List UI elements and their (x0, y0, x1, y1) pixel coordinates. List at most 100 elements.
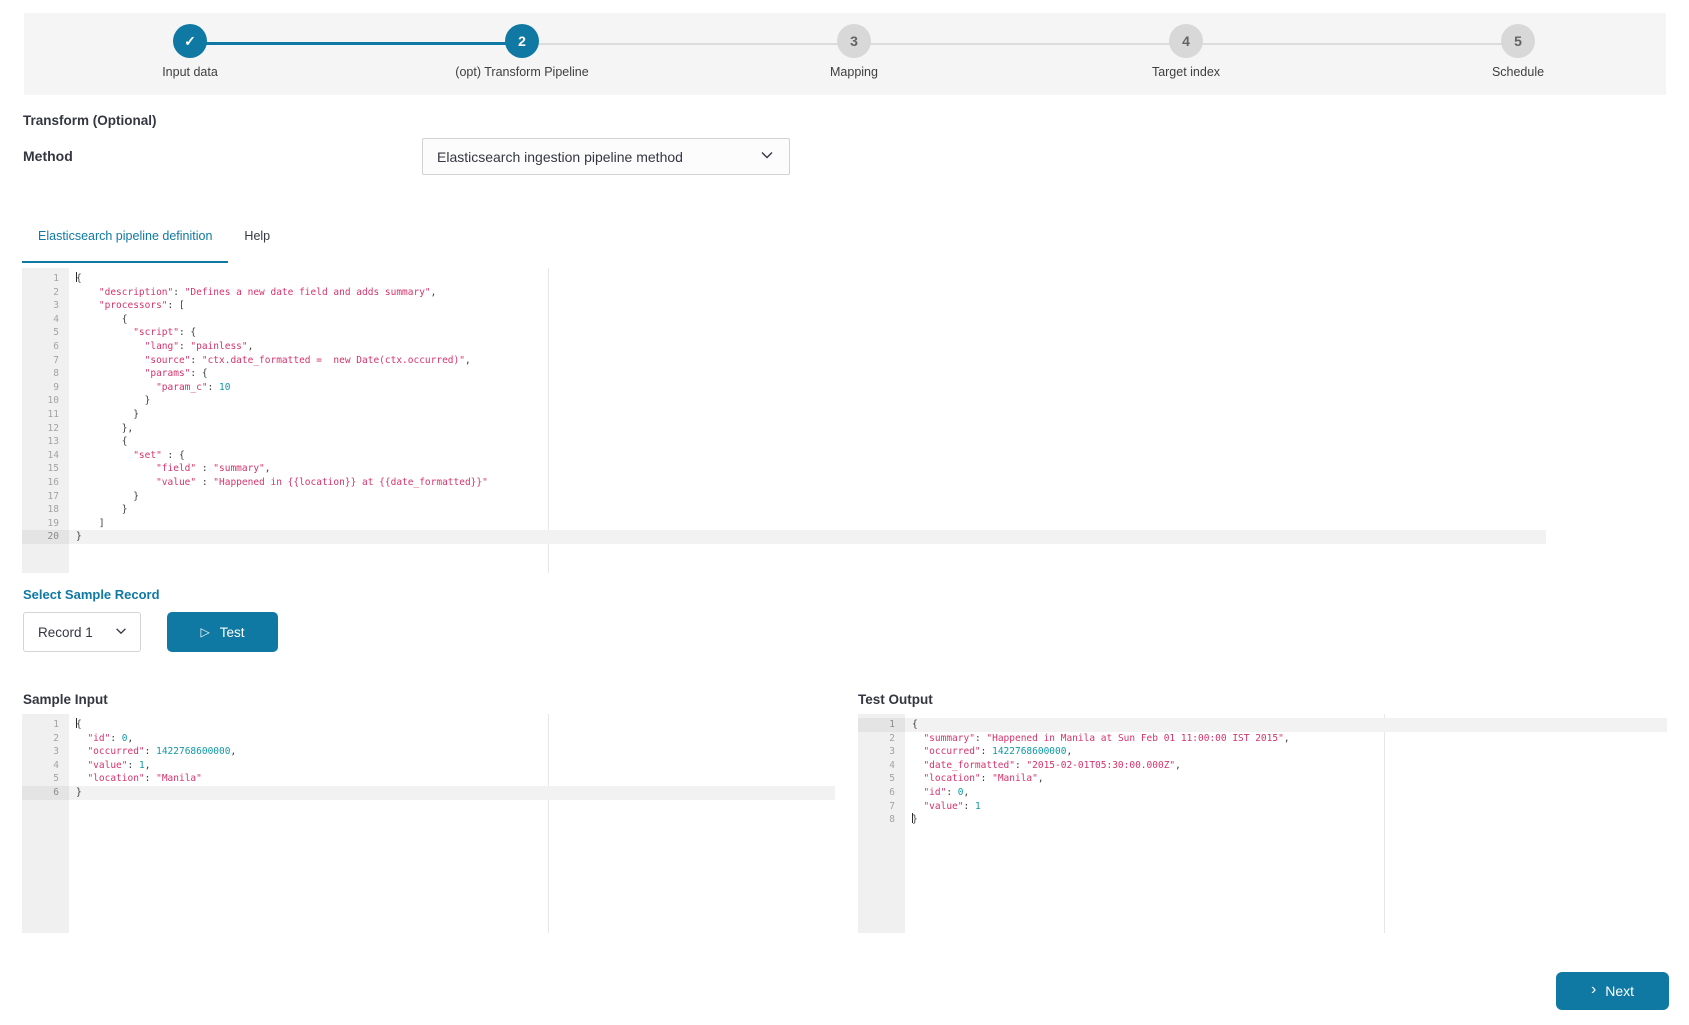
code-line[interactable]: 13 { (22, 435, 1546, 449)
code-line[interactable]: 14 "set" : { (22, 449, 1546, 463)
line-number: 6 (53, 340, 59, 352)
step-schedule[interactable]: 5 Schedule (1408, 24, 1628, 79)
code-line[interactable]: 5 "location": "Manila", (858, 772, 1667, 786)
sample-input-title: Sample Input (23, 692, 108, 707)
code-line[interactable]: 11 } (22, 408, 1546, 422)
select-sample-record-title: Select Sample Record (23, 587, 160, 602)
step-check-icon: ✓ (173, 24, 207, 58)
code-line[interactable]: 7 "source": "ctx.date_formatted = new Da… (22, 354, 1546, 368)
line-number: 4 (53, 313, 59, 325)
test-output-title: Test Output (858, 692, 933, 707)
line-number: 2 (53, 732, 59, 744)
tab-help[interactable]: Help (228, 221, 286, 263)
code-line[interactable]: 8 "params": { (22, 367, 1546, 381)
step-label: Target index (1151, 65, 1221, 79)
method-selected-value: Elasticsearch ingestion pipeline method (437, 148, 683, 165)
step-label: (opt) Transform Pipeline (455, 65, 589, 79)
step-label: Schedule (1491, 65, 1545, 79)
code-line[interactable]: 17 } (22, 490, 1546, 504)
code-line[interactable]: 3 "occurred": 1422768600000, (22, 745, 835, 759)
text-cursor (76, 718, 77, 728)
line-number: 7 (889, 800, 895, 812)
line-number: 4 (53, 759, 59, 771)
record-selected-value: Record 1 (38, 624, 93, 640)
line-number: 17 (47, 490, 59, 502)
line-number: 4 (889, 759, 895, 771)
line-number: 8 (889, 814, 895, 826)
line-number: 20 (22, 530, 69, 544)
test-button[interactable]: ▷ Test (167, 612, 278, 652)
line-number: 16 (47, 476, 59, 488)
line-number: 3 (53, 746, 59, 758)
sample-input-editor[interactable]: 1{2 "id": 0, 3 "occurred": 1422768600000,… (22, 714, 835, 933)
code-line[interactable]: 3 "occurred": 1422768600000, (858, 745, 1667, 759)
code-line[interactable]: 2 "summary": "Happened in Manila at Sun … (858, 732, 1667, 746)
code-line[interactable]: 10 } (22, 394, 1546, 408)
line-number: 9 (53, 381, 59, 393)
line-number: 5 (889, 773, 895, 785)
step-number: 2 (505, 24, 539, 58)
code-line[interactable]: 12 }, (22, 422, 1546, 436)
code-line[interactable]: 20} (22, 530, 1546, 544)
code-line[interactable]: 4 "value": 1, (22, 759, 835, 773)
record-select[interactable]: Record 1 (23, 612, 141, 652)
line-number: 13 (47, 436, 59, 448)
code-line[interactable]: 9 "param_c": 10 (22, 381, 1546, 395)
code-line[interactable]: 19 ] (22, 517, 1546, 531)
text-cursor (912, 813, 913, 824)
step-input-data[interactable]: ✓ Input data (80, 24, 300, 79)
code-line[interactable]: 7 "value": 1 (858, 800, 1667, 814)
step-mapping[interactable]: 3 Mapping (744, 24, 964, 79)
line-number: 2 (53, 286, 59, 298)
code-line[interactable]: 4 "date_formatted": "2015-02-01T05:30:00… (858, 759, 1667, 773)
line-number: 5 (53, 327, 59, 339)
transform-section-title: Transform (Optional) (23, 113, 157, 128)
chevron-down-icon (759, 147, 775, 166)
tab-pipeline-definition[interactable]: Elasticsearch pipeline definition (22, 221, 229, 263)
test-output-editor[interactable]: 1{2 "summary": "Happened in Manila at Su… (858, 714, 1667, 933)
code-line[interactable]: 6} (22, 785, 835, 800)
line-number: 14 (47, 449, 59, 461)
code-line[interactable]: 2 "description": "Defines a new date fie… (22, 286, 1546, 300)
line-number: 11 (47, 408, 59, 420)
line-number: 8 (53, 368, 59, 380)
line-number: 1 (53, 273, 59, 284)
code-line[interactable]: 5 "location": "Manila" (22, 772, 835, 786)
step-transform-pipeline[interactable]: 2 (opt) Transform Pipeline (412, 24, 632, 79)
code-line[interactable]: 1{ (22, 272, 1546, 286)
code-line[interactable]: 3 "processors": [ (22, 299, 1546, 313)
line-number: 12 (47, 422, 59, 434)
method-select[interactable]: Elasticsearch ingestion pipeline method (422, 138, 790, 175)
chevron-right-icon: › (1590, 981, 1597, 998)
play-icon: ▷ (200, 625, 210, 639)
code-line[interactable]: 5 "script": { (22, 326, 1546, 340)
line-number: 3 (889, 746, 895, 758)
code-line[interactable]: 6 "lang": "painless", (22, 340, 1546, 354)
test-button-label: Test (219, 624, 245, 640)
code-line[interactable]: 18 } (22, 503, 1546, 517)
editor-tabs: Elasticsearch pipeline definition Help (22, 221, 286, 263)
text-cursor (76, 272, 77, 282)
next-button[interactable]: › Next (1556, 972, 1669, 1010)
line-number: 15 (47, 463, 59, 475)
code-line[interactable]: 4 { (22, 313, 1546, 327)
code-line[interactable]: 2 "id": 0, (22, 732, 835, 746)
line-number: 19 (47, 517, 59, 529)
line-number: 5 (53, 773, 59, 785)
code-line[interactable]: 8} (858, 813, 1667, 827)
line-number: 6 (22, 785, 69, 800)
pipeline-definition-editor[interactable]: 1{2 "description": "Defines a new date f… (22, 268, 1546, 573)
code-line[interactable]: 15 "field" : "summary", (22, 462, 1546, 476)
step-target-index[interactable]: 4 Target index (1076, 24, 1296, 79)
line-number: 2 (889, 732, 895, 744)
code-line[interactable]: 1{ (858, 718, 1667, 732)
code-line[interactable]: 6 "id": 0, (858, 786, 1667, 800)
line-number: 1 (858, 718, 905, 732)
step-number: 4 (1169, 24, 1203, 58)
line-number: 7 (53, 354, 59, 366)
line-number: 1 (53, 719, 59, 730)
line-number: 3 (53, 300, 59, 312)
code-line[interactable]: 16 "value" : "Happened in {{location}} a… (22, 476, 1546, 490)
code-line[interactable]: 1{ (22, 718, 835, 732)
line-number: 6 (889, 786, 895, 798)
